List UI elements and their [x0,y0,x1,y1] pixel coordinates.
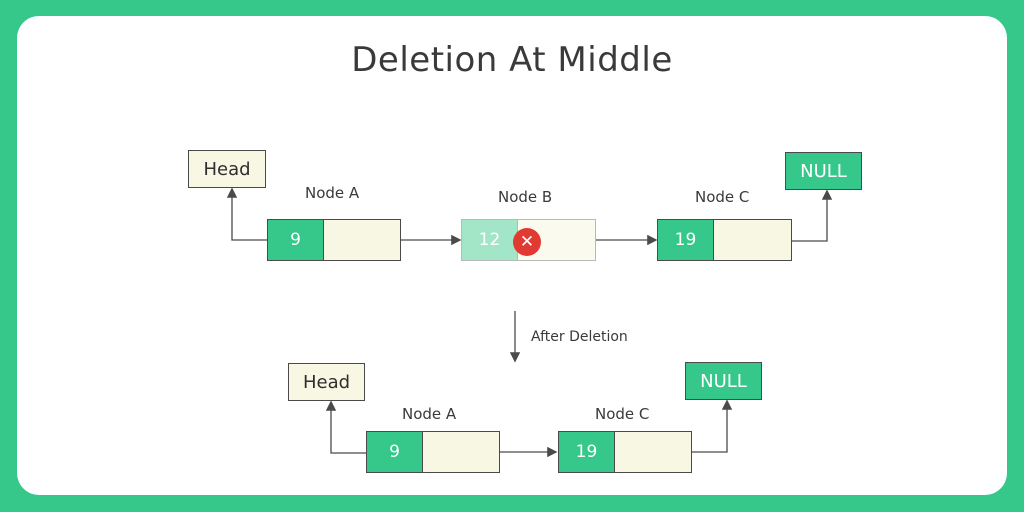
arrow-nodeC-to-null [792,189,833,242]
close-x-icon: ✕ [513,228,541,256]
after-arrow-nodeA-to-head [325,400,366,454]
after-node-c-label: Node C [595,405,650,423]
after-node-c: 19 [558,431,692,473]
after-null-box: NULL [685,362,762,400]
node-a-data: 9 [268,220,324,260]
after-node-a: 9 [366,431,500,473]
after-node-a-data: 9 [367,432,423,472]
node-b-label: Node B [498,188,553,206]
node-a-next-pointer [324,220,400,260]
null-box: NULL [785,152,862,190]
node-c-label: Node C [695,188,750,206]
node-c: 19 [657,219,792,261]
after-deletion-label: After Deletion [531,329,628,345]
after-node-c-next-pointer [615,432,691,472]
node-c-data: 19 [658,220,714,260]
node-a: 9 [267,219,401,261]
node-b-data: 12 [462,220,518,260]
arrow-nodeA-to-head [226,187,268,241]
head-box: Head [188,150,266,188]
after-node-a-next-pointer [423,432,499,472]
node-a-label: Node A [305,184,360,202]
node-c-next-pointer [714,220,791,260]
after-node-a-label: Node A [402,405,457,423]
after-head-box: Head [288,363,365,401]
after-arrow-nodeC-to-null [692,399,733,453]
after-node-c-data: 19 [559,432,615,472]
